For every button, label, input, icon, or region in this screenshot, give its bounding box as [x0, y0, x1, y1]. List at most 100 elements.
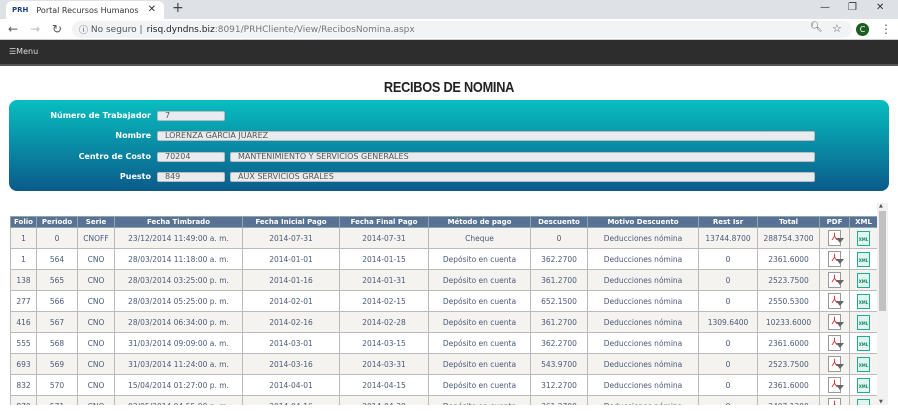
table-cell: CNO — [77, 374, 115, 396]
pdf-download-icon[interactable]: ⅄ — [828, 314, 844, 330]
xml-download-icon[interactable]: XML — [857, 314, 870, 330]
column-header: Motivo Descuento — [587, 216, 699, 228]
table-cell: 543.9700 — [530, 353, 588, 375]
pdf-cell: ⅄ — [819, 374, 850, 396]
pdf-download-icon[interactable]: ⅄ — [828, 377, 844, 393]
table-cell: 2523.7500 — [757, 269, 820, 291]
centro-code-field[interactable]: 70204 — [157, 152, 225, 162]
column-header: Método de pago — [428, 216, 531, 228]
table-cell: 0 — [36, 227, 78, 249]
table-row: 555 568 CNO 31/03/2014 09:09:00 a. m. 2014-0… — [10, 332, 878, 354]
puesto-code-field[interactable]: 849 — [157, 172, 225, 182]
table-cell: 2361.6000 — [757, 332, 820, 354]
table-cell: 2014-02-16 — [242, 311, 340, 333]
centro-label: Centro de Costo — [78, 152, 151, 161]
table-cell: CNOFF — [77, 227, 115, 249]
column-header: Periodo — [36, 216, 78, 228]
xml-download-icon[interactable]: XML — [857, 251, 870, 267]
receipts-table: Folio Periodo Serie Fecha Timbrado Fecha Ini… — [10, 216, 878, 405]
more-icon[interactable]: ⋮ — [880, 22, 892, 36]
xml-cell: XML — [849, 332, 878, 354]
pdf-download-icon[interactable]: ⅄ — [828, 356, 844, 372]
pdf-download-icon[interactable]: ⅄ — [828, 230, 844, 246]
xml-download-icon[interactable]: XML — [857, 377, 870, 393]
table-cell: 15/04/2014 01:27:00 p. m. — [114, 374, 243, 396]
avatar[interactable]: C — [856, 23, 869, 36]
xml-download-icon[interactable]: XML — [857, 398, 870, 405]
nombre-label: Nombre — [115, 131, 151, 140]
xml-cell: XML — [849, 395, 878, 405]
table-cell: 2014-03-01 — [242, 332, 340, 354]
table-cell: 569 — [36, 353, 78, 375]
scrollbar-thumb[interactable] — [879, 211, 886, 311]
table-cell: Depósito en cuenta — [428, 332, 531, 354]
table-cell: CNO — [77, 311, 115, 333]
favicon-icon: PRH — [12, 6, 29, 14]
address-bar-row: ← → ↻ ⓘ No seguro | risq.dyndns.biz:8091… — [0, 19, 898, 40]
close-window-icon[interactable]: ✕ — [876, 2, 884, 13]
table-cell: 361.2700 — [530, 395, 588, 405]
table-cell: 2014-03-31 — [339, 353, 429, 375]
pdf-cell: ⅄ — [819, 311, 850, 333]
table-cell: 693 — [10, 353, 37, 375]
browser-tab[interactable]: PRH Portal Recursos Humanos ✕ — [6, 1, 164, 19]
table-row: 870571CNO02/05/2014 04:55:00 p. m.2014-0… — [10, 395, 878, 405]
pdf-download-icon[interactable]: ⅄ — [828, 293, 844, 309]
table-cell: Deducciones nómina — [587, 290, 699, 312]
xml-download-icon[interactable]: XML — [857, 293, 870, 309]
pdf-cell: ⅄ — [819, 332, 850, 354]
table-cell: 2014-02-01 — [242, 290, 340, 312]
centro-name-field[interactable]: MANTENIMIENTO Y SERVICIOS GENERALES — [230, 152, 815, 162]
table-cell: Deducciones nómina — [587, 248, 699, 270]
numero-field[interactable]: 7 — [157, 111, 225, 121]
table-cell: Deducciones nómina — [587, 374, 699, 396]
table-cell: 288754.3700 — [757, 227, 820, 249]
pdf-download-icon[interactable]: ⅄ — [828, 251, 844, 267]
minimize-icon[interactable]: — — [820, 2, 830, 13]
menu-button[interactable]: ☰Menu — [9, 47, 38, 56]
back-icon[interactable]: ← — [8, 22, 18, 36]
url-input[interactable]: ⓘ No seguro | risq.dyndns.biz:8091/PRHCl… — [72, 21, 852, 38]
column-header: Fecha Final Pago — [339, 216, 429, 228]
table-row: 832 570 CNO 15/04/2014 01:27:00 p. m. 2014-0… — [10, 374, 878, 396]
xml-download-icon[interactable]: XML — [857, 335, 870, 351]
scrollbar[interactable]: ▲ ▼ — [877, 203, 888, 405]
url-host: risq.dyndns.biz — [146, 24, 215, 35]
table-cell: 138 — [10, 269, 37, 291]
maximize-icon[interactable]: ❐ — [848, 2, 857, 13]
pdf-download-icon[interactable]: ⅄ — [828, 398, 841, 405]
table-cell: 2014-03-15 — [339, 332, 429, 354]
table-cell: Deducciones nómina — [587, 269, 699, 291]
column-header: Fecha Inicial Pago — [242, 216, 340, 228]
star-icon[interactable]: ☆ — [832, 22, 842, 35]
info-icon[interactable]: ⓘ — [79, 23, 88, 36]
xml-download-icon[interactable]: XML — [857, 230, 870, 246]
table-cell: Depósito en cuenta — [428, 269, 531, 291]
puesto-name-field[interactable]: AUX SERVICIOS GRALES — [230, 172, 815, 182]
xml-download-icon[interactable]: XML — [857, 356, 870, 372]
table-cell: 361.2700 — [530, 269, 588, 291]
column-header: Folio — [10, 216, 37, 228]
scroll-up-icon[interactable]: ▲ — [879, 203, 883, 209]
table-cell: 2014-01-16 — [242, 269, 340, 291]
table-cell: 2014-07-31 — [242, 227, 340, 249]
table-row: 138 565 CNO 28/03/2014 03:25:00 p. m. 2014-0… — [10, 269, 878, 291]
close-tab-icon[interactable]: ✕ — [148, 4, 156, 15]
column-header: XML — [849, 216, 878, 228]
new-tab-icon[interactable]: + — [172, 0, 184, 16]
reload-icon[interactable]: ↻ — [52, 22, 62, 36]
table-cell: 28/03/2014 11:18:00 a. m. — [114, 248, 243, 270]
table-cell: 2014-04-16 — [242, 395, 340, 405]
url-path: :8091/PRHCliente/View/RecibosNomina.aspx — [214, 24, 415, 35]
nombre-field[interactable]: LORENZA GARCIA JUAREZ — [157, 131, 815, 141]
zoom-icon[interactable]: 🔍︎ — [810, 22, 823, 33]
scroll-down-icon[interactable]: ▼ — [879, 399, 883, 405]
table-cell: Deducciones nómina — [587, 332, 699, 354]
security-label: No seguro — [90, 24, 137, 35]
pdf-download-icon[interactable]: ⅄ — [828, 335, 844, 351]
xml-cell: XML — [849, 290, 878, 312]
pdf-download-icon[interactable]: ⅄ — [828, 272, 844, 288]
xml-download-icon[interactable]: XML — [857, 272, 870, 288]
numero-label: Número de Trabajador — [50, 111, 151, 120]
forward-icon[interactable]: → — [30, 22, 40, 36]
